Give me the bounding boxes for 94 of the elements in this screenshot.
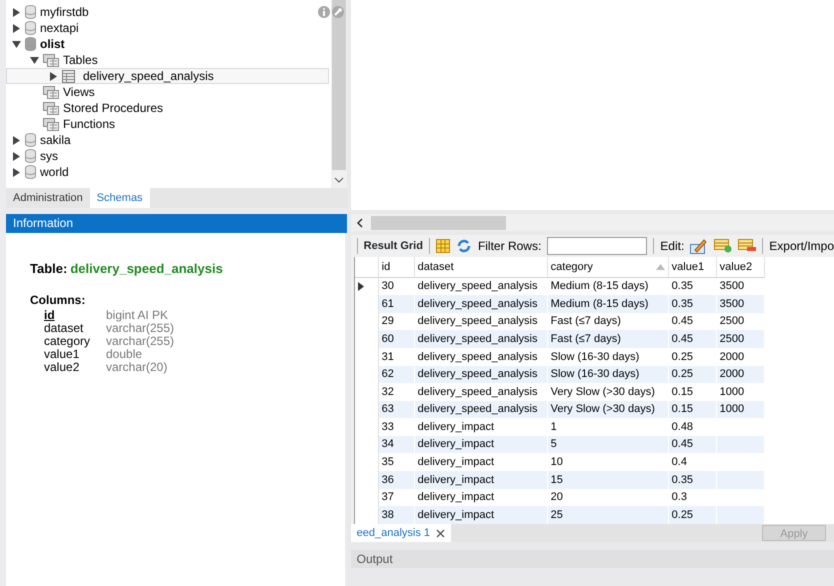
column-type: varchar(255) <box>106 334 174 348</box>
column-name: dataset <box>44 322 84 334</box>
table-name: delivery_speed_analysis <box>70 260 223 278</box>
column-header[interactable]: value2 <box>716 257 765 278</box>
table-cell: 5 <box>548 436 669 454</box>
table-cell: 2500 <box>716 330 765 348</box>
columns-label: Columns: <box>30 292 86 308</box>
column-name: id <box>44 308 56 322</box>
tree-item[interactable]: delivery_speed_analysis <box>6 68 329 84</box>
table-cell: Medium (8-15 days) <box>548 295 669 313</box>
database-icon <box>25 21 36 35</box>
close-icon[interactable] <box>436 528 446 538</box>
tree-item[interactable]: sakila <box>6 132 331 148</box>
grid-layout-icon[interactable] <box>436 239 450 253</box>
result-grid-tab[interactable]: Result Grid <box>364 238 423 254</box>
table-cell: 61 <box>378 295 415 313</box>
column-header[interactable]: value1 <box>668 257 717 278</box>
database-icon <box>25 165 36 179</box>
tree-item[interactable]: world <box>6 164 331 180</box>
table-cell: delivery_speed_analysis <box>414 295 548 313</box>
table-cell: delivery_speed_analysis <box>414 366 548 384</box>
pencil-icon[interactable] <box>690 238 708 254</box>
refresh-icon[interactable] <box>456 239 472 253</box>
column-header[interactable]: dataset <box>414 257 548 278</box>
sidebar-tab[interactable]: Administration <box>6 188 90 208</box>
table-cell: 1000 <box>716 400 765 418</box>
table-cell: 63 <box>378 400 415 418</box>
table-cell: delivery_impact <box>414 436 548 454</box>
information-header: Information <box>6 214 347 233</box>
table-cell: 2000 <box>716 366 765 384</box>
scroll-down-icon[interactable] <box>334 176 344 184</box>
table-cell: 60 <box>378 330 415 348</box>
tree-item[interactable]: nextapi <box>6 20 331 36</box>
folder-stack-icon <box>43 54 59 66</box>
table-cell: 0.45 <box>668 330 717 348</box>
table-cell: delivery_impact <box>414 506 548 524</box>
table-cell: 15 <box>548 471 669 489</box>
table-cell: 0.35 <box>668 471 717 489</box>
table-cell: Slow (16-30 days) <box>548 366 669 384</box>
table-cell: 38 <box>378 506 415 524</box>
delete-row-icon[interactable] <box>738 239 756 253</box>
table-cell: 0.15 <box>668 400 717 418</box>
table-cell: 62 <box>378 366 415 384</box>
sidebar-tab[interactable]: Schemas <box>90 188 150 208</box>
column-type: varchar(255) <box>106 322 174 334</box>
table-cell: delivery_impact <box>414 471 548 489</box>
database-icon <box>25 5 36 19</box>
database-icon <box>25 133 36 147</box>
tree-item[interactable]: myfirstdb <box>6 4 331 20</box>
filter-rows-field[interactable] <box>547 237 648 255</box>
column-type: double <box>106 348 142 360</box>
folder-stack-icon <box>43 102 59 114</box>
expand-arrow-icon[interactable] <box>49 72 58 80</box>
table-cell: 34 <box>378 436 415 454</box>
tree-item[interactable]: Views <box>6 84 331 100</box>
result-tab[interactable]: eed_analysis 1 <box>350 524 452 542</box>
column-header[interactable]: category <box>548 257 669 278</box>
table-cell: 36 <box>378 471 415 489</box>
current-row-arrow-icon <box>358 282 364 291</box>
tree-item[interactable]: Stored Procedures <box>6 100 331 116</box>
column-name: category <box>44 334 92 348</box>
table-cell: 0.25 <box>668 506 717 524</box>
table-cell: 3500 <box>716 295 765 313</box>
database-icon <box>25 37 36 51</box>
column-type: bigint AI PK <box>106 308 168 322</box>
table-cell: 0.35 <box>668 295 717 313</box>
tree-item[interactable]: sys <box>6 148 331 164</box>
table-cell: delivery_speed_analysis <box>414 330 548 348</box>
vertical-scrollbar[interactable] <box>330 0 347 188</box>
output-panel-header: Output <box>350 550 834 568</box>
scroll-left-icon[interactable] <box>354 218 365 228</box>
column-name: value2 <box>44 360 80 374</box>
export-import-label[interactable]: Export/Impo <box>769 237 834 255</box>
table-cell: Very Slow (>30 days) <box>548 400 669 418</box>
folder-stack-icon <box>43 118 59 130</box>
table-cell: delivery_speed_analysis <box>414 400 548 418</box>
database-icon <box>25 149 36 163</box>
column-name: value1 <box>44 348 80 360</box>
tree-item[interactable]: olist <box>6 36 331 52</box>
table-icon <box>62 70 75 82</box>
table-cell: 25 <box>548 506 669 524</box>
folder-stack-icon <box>43 86 59 98</box>
column-header[interactable]: id <box>378 257 415 278</box>
horizontal-scrollbar[interactable] <box>350 214 834 231</box>
tree-item[interactable]: Functions <box>6 116 331 132</box>
add-row-icon[interactable] <box>714 239 732 253</box>
tree-item[interactable]: Tables <box>6 52 331 68</box>
edit-label: Edit: <box>660 238 684 255</box>
table-label: Table: <box>30 260 68 278</box>
table-cell: 0.25 <box>668 366 717 384</box>
table-cell: 0.45 <box>668 436 717 454</box>
column-type: varchar(20) <box>106 360 168 374</box>
filter-rows-label: Filter Rows: <box>478 238 542 255</box>
table-cell: Fast (≤7 days) <box>548 330 669 348</box>
